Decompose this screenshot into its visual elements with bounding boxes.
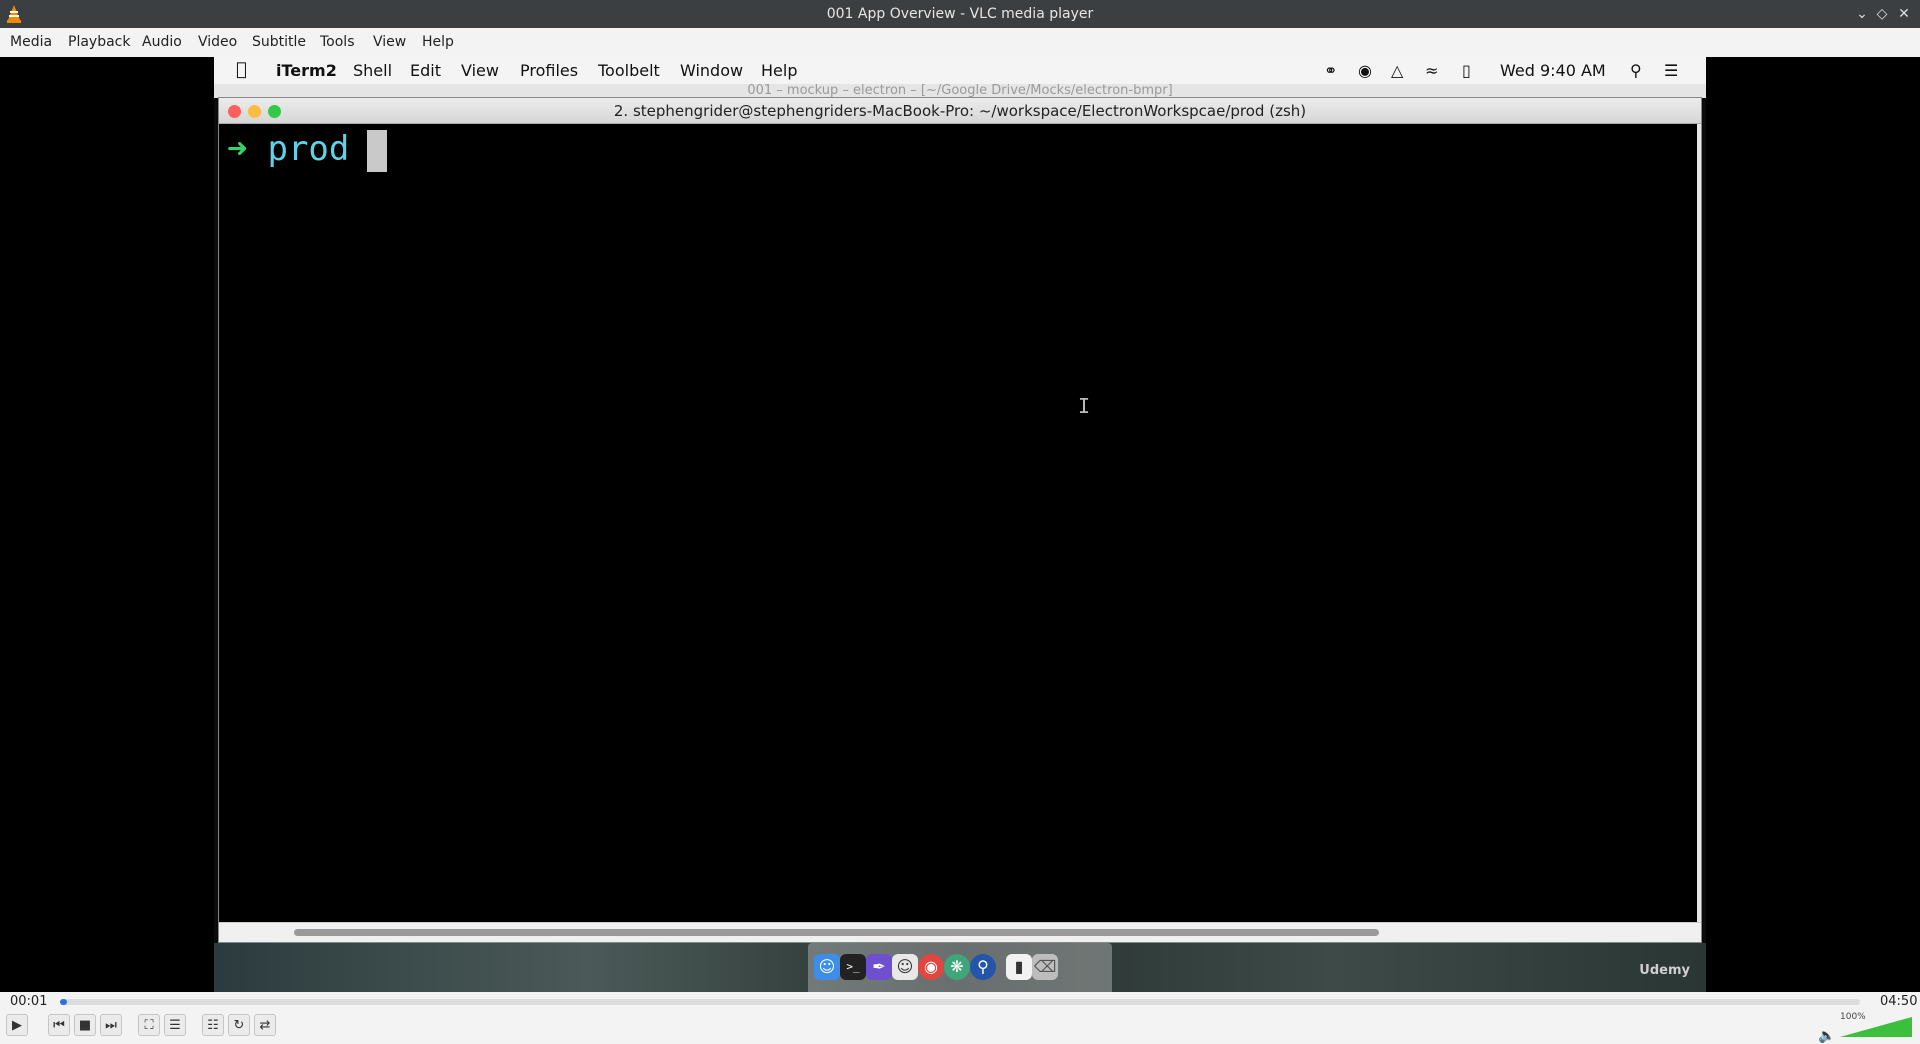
- spotlight-icon: ⚲: [1630, 61, 1642, 80]
- file-icon: ▮: [1006, 954, 1032, 980]
- vertical-scrollbar: [1697, 124, 1701, 924]
- speaker-icon[interactable]: 🔈: [1818, 1028, 1835, 1044]
- maximize-button[interactable]: ◇: [1872, 4, 1892, 24]
- menu-bar: Media Playback Audio Video Subtitle Tool…: [0, 28, 1920, 57]
- record-icon: ◉: [1358, 61, 1372, 80]
- total-time: 04:50: [1880, 994, 1918, 1009]
- player-controls: 00:01 04:50 ▶ ⏮ ■ ⏭ ⛶ ☰ ☷ ↻ ⇄ 🔈 100%: [0, 992, 1920, 1044]
- mac-menu-edit: Edit: [410, 61, 441, 80]
- mac-clock: Wed 9:40 AM: [1500, 61, 1606, 80]
- prompt-arrow-icon: ➜: [227, 129, 248, 169]
- iterm-window: 2. stephengrider@stephengriders-MacBook-…: [218, 97, 1702, 943]
- minimize-button[interactable]: ⌄: [1852, 4, 1872, 24]
- close-light-icon: [228, 105, 241, 118]
- volume-level: [1840, 1017, 1912, 1037]
- window-titlebar: 001 App Overview - VLC media player ⌄ ◇ …: [0, 0, 1920, 28]
- stop-button[interactable]: ■: [74, 1014, 96, 1036]
- menu-audio[interactable]: Audio: [142, 34, 182, 50]
- menu-media[interactable]: Media: [10, 34, 52, 50]
- menu-playback[interactable]: Playback: [68, 34, 130, 50]
- menu-help[interactable]: Help: [422, 34, 454, 50]
- horizontal-scrollbar: [219, 922, 1701, 942]
- mac-menu-toolbelt: Toolbelt: [598, 61, 660, 80]
- next-button[interactable]: ⏭: [100, 1014, 122, 1036]
- network-icon: ❋: [944, 954, 970, 980]
- quill-icon: ✒: [866, 954, 892, 980]
- wifi-icon: ≈: [1425, 61, 1439, 80]
- video-area[interactable]:  iTerm2 Shell Edit View Profiles Toolbe…: [0, 57, 1920, 992]
- seek-progress: [60, 999, 68, 1005]
- mac-menu-bar:  iTerm2 Shell Edit View Profiles Toolbe…: [214, 57, 1706, 84]
- emoji-icon: ☺: [892, 954, 918, 980]
- mac-menu-window: Window: [680, 61, 744, 80]
- chrome-icon: ◉: [918, 954, 944, 980]
- menu-video[interactable]: Video: [198, 34, 237, 50]
- mac-menu-iterm2: iTerm2: [276, 61, 337, 80]
- loop-button[interactable]: ↻: [228, 1014, 250, 1036]
- window-title: 001 App Overview - VLC media player: [826, 6, 1094, 22]
- shuffle-button[interactable]: ⇄: [254, 1014, 276, 1036]
- scrollbar-thumb: [294, 929, 1379, 936]
- play-button[interactable]: ▶: [6, 1014, 28, 1036]
- playlist-button[interactable]: ☷: [202, 1014, 224, 1036]
- zoom-light-icon: [268, 105, 281, 118]
- apple-icon: : [236, 59, 247, 80]
- mac-menu-shell: Shell: [353, 61, 393, 80]
- previous-button[interactable]: ⏮: [48, 1014, 70, 1036]
- close-button[interactable]: ✕: [1894, 4, 1914, 24]
- seek-slider[interactable]: [60, 999, 1860, 1005]
- mac-menu-help: Help: [761, 61, 798, 80]
- terminal-icon: >_: [840, 954, 866, 980]
- ibeam-cursor-icon: I: [1078, 394, 1091, 418]
- list-icon: ☰: [1664, 61, 1679, 80]
- glasses-icon: ⚭: [1324, 61, 1338, 80]
- menu-tools[interactable]: Tools: [320, 34, 355, 50]
- mac-menu-profiles: Profiles: [520, 61, 579, 80]
- udemy-watermark: Udemy: [1639, 963, 1690, 978]
- dock: ☺ >_ ✒ ☺ ◉ ❋ ⚲ ▮ ⌫: [808, 943, 1112, 992]
- minimize-light-icon: [248, 105, 261, 118]
- browser-icon: ⚲: [970, 954, 996, 980]
- terminal-pane: ➜ prod I: [219, 124, 1701, 924]
- airplay-icon: △: [1391, 61, 1404, 80]
- fullscreen-button[interactable]: ⛶: [138, 1014, 160, 1036]
- video-frame:  iTerm2 Shell Edit View Profiles Toolbe…: [214, 57, 1706, 992]
- trash-icon: ⌫: [1032, 954, 1058, 980]
- background-window-title: 001 – mockup – electron – [~/Google Driv…: [214, 84, 1706, 98]
- iterm-titlebar: 2. stephengrider@stephengriders-MacBook-…: [219, 98, 1701, 124]
- menu-view[interactable]: View: [373, 34, 406, 50]
- mac-menu-view: View: [461, 61, 499, 80]
- iterm-title: 2. stephengrider@stephengriders-MacBook-…: [613, 102, 1307, 120]
- background-window-title-text: 001 – mockup – electron – [~/Google Driv…: [747, 84, 1173, 98]
- menu-subtitle[interactable]: Subtitle: [252, 34, 306, 50]
- elapsed-time: 00:01: [10, 994, 48, 1009]
- finder-icon: ☺: [814, 954, 840, 980]
- shell-prompt: ➜ prod: [227, 124, 388, 174]
- text-cursor: [367, 129, 388, 172]
- extended-settings-button[interactable]: ☰: [164, 1014, 186, 1036]
- battery-icon: ▯: [1462, 61, 1471, 80]
- volume-slider[interactable]: [1840, 1017, 1912, 1037]
- prompt-directory: prod: [267, 129, 350, 169]
